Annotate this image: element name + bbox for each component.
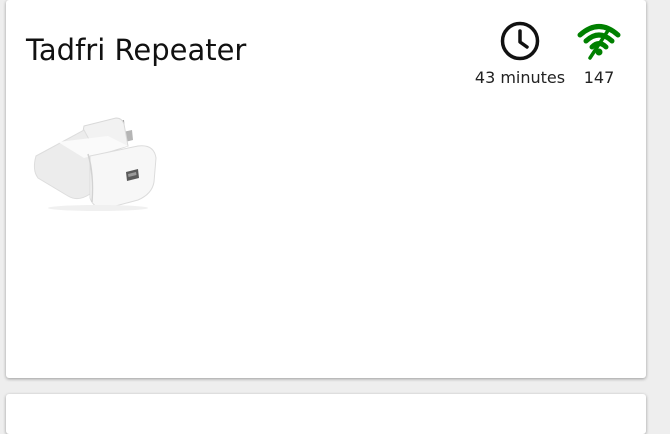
- link-quality-stat: 147: [574, 20, 624, 88]
- clock-icon: [500, 21, 540, 61]
- next-card: [6, 394, 646, 434]
- device-card: Tadfri Repeater 43 minutes 147: [6, 0, 646, 378]
- signal-icon: [577, 24, 621, 60]
- device-image: [33, 117, 157, 211]
- device-name: Tadfri Repeater: [26, 33, 247, 67]
- link-quality-value: 147: [583, 68, 615, 87]
- last-seen-value: 43 minutes: [474, 68, 566, 87]
- last-seen-stat: 43 minutes: [470, 20, 570, 88]
